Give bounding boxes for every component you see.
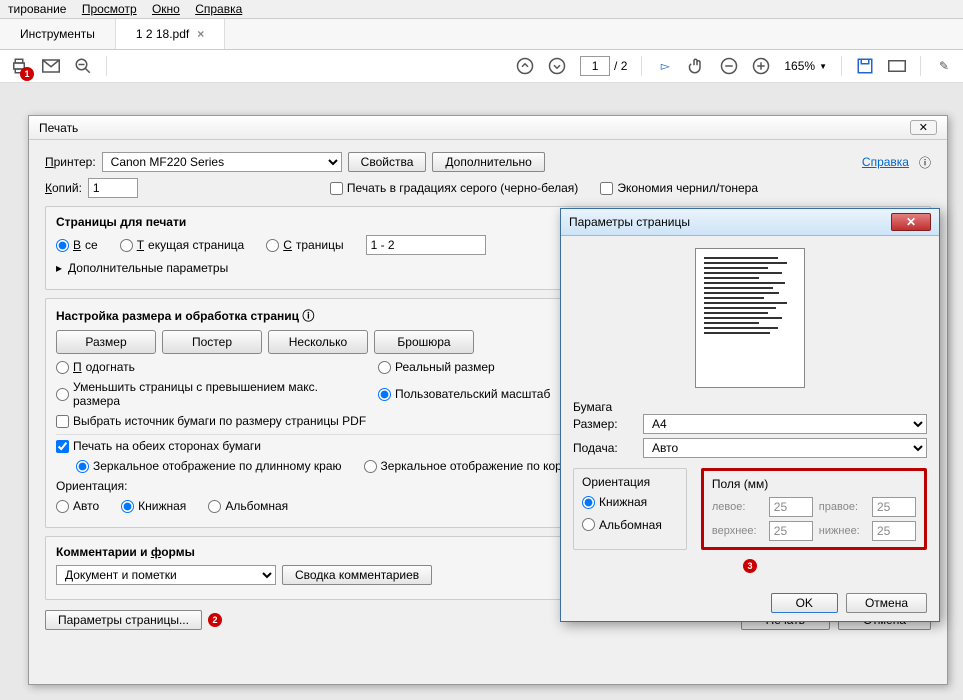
radio-orient-portrait[interactable]: Книжная (121, 499, 186, 513)
print-dialog-title: Печать (39, 121, 78, 135)
margins-group: Поля (мм) левое: правое: верхнее: нижнее… (701, 468, 927, 550)
page-preview (695, 248, 805, 388)
page-setup-titlebar: Параметры страницы ✕ (561, 209, 939, 236)
radio-all[interactable]: Все (56, 238, 98, 252)
tab-tools[interactable]: Инструменты (0, 19, 116, 49)
copies-input[interactable] (88, 178, 138, 198)
pages-range-input[interactable] (366, 235, 486, 255)
save-icon[interactable] (856, 57, 874, 75)
paper-size-select[interactable]: A4 (643, 414, 927, 434)
grayscale-checkbox[interactable]: Печать в градациях серого (черно-белая) (330, 181, 578, 195)
page-up-icon[interactable] (516, 57, 534, 75)
ok-button[interactable]: OK (771, 593, 838, 613)
radio-fit[interactable]: Подогнать (56, 360, 356, 374)
margin-top-label: верхнее: (712, 525, 763, 537)
margin-top-input[interactable] (769, 521, 813, 541)
orientation-group: Ориентация Книжная Альбомная (573, 468, 687, 550)
paper-feed-select[interactable]: Авто (643, 438, 927, 458)
paper-label: Бумага (573, 400, 927, 414)
duplex-checkbox[interactable]: Печать на обеих сторонах бумаги (56, 439, 261, 453)
radio-current[interactable]: Текущая страница (120, 238, 245, 252)
setup-cancel-button[interactable]: Отмена (846, 593, 927, 613)
pointer-icon[interactable]: ▻ (656, 57, 674, 75)
comments-select[interactable]: Документ и пометки (56, 565, 276, 585)
menu-view[interactable]: Просмотр (82, 2, 137, 16)
radio-actual[interactable]: Реальный размер (378, 360, 495, 374)
page-counter: / 2 (580, 56, 627, 76)
separator (920, 56, 921, 76)
orientation-label: Ориентация: (56, 479, 127, 493)
margin-left-label: левое: (712, 501, 763, 513)
page-setup-title: Параметры страницы (569, 215, 690, 229)
separator (841, 56, 842, 76)
separator (641, 56, 642, 76)
page-setup-close[interactable]: ✕ (891, 213, 931, 231)
radio-custom[interactable]: Пользовательский масштаб (378, 387, 550, 401)
radio-orient-auto[interactable]: Авто (56, 499, 99, 513)
badge-3: 3 (743, 559, 757, 573)
page-setup-dialog: Параметры страницы ✕ Бумага Размер: A4 П… (560, 208, 940, 622)
margin-bottom-label: нижнее: (819, 525, 866, 537)
tab-size[interactable]: Размер (56, 330, 156, 354)
help-link[interactable]: Справка (862, 155, 909, 169)
badge-1: 1 (20, 67, 34, 81)
zoom-minus-icon[interactable] (720, 57, 738, 75)
menubar: тирование Просмотр Окно Справка (0, 0, 963, 19)
radio-orient-landscape[interactable]: Альбомная (208, 499, 288, 513)
close-tab-icon[interactable]: × (197, 27, 204, 41)
menu-help[interactable]: Справка (195, 2, 242, 16)
toolbar: 1 / 2 ▻ 165% ▼ ✎ (0, 50, 963, 83)
badge-2: 2 (208, 613, 222, 627)
hand-icon[interactable] (688, 57, 706, 75)
printer-label: Принтер: (45, 155, 96, 169)
document-tabs: Инструменты 1 2 18.pdf × (0, 19, 963, 50)
printer-select[interactable]: Canon MF220 Series (102, 152, 342, 172)
tab-poster[interactable]: Постер (162, 330, 262, 354)
zoom-plus-icon[interactable] (752, 57, 770, 75)
copies-label: Копий: (45, 181, 82, 195)
page-total: / 2 (614, 59, 627, 73)
tab-multiple[interactable]: Несколько (268, 330, 368, 354)
margin-left-input[interactable] (769, 497, 813, 517)
paper-size-label: Размер: (573, 417, 633, 431)
radio-setup-portrait[interactable]: Книжная (582, 495, 647, 509)
orientation-title: Ориентация (582, 475, 678, 489)
print-icon[interactable]: 1 (10, 57, 28, 75)
economy-checkbox[interactable]: Экономия чернил/тонера (600, 181, 758, 195)
comments-summary-button[interactable]: Сводка комментариев (282, 565, 432, 585)
radio-shrink[interactable]: Уменьшить страницы с превышением макс. р… (56, 380, 356, 408)
page-input[interactable] (580, 56, 610, 76)
tab-document[interactable]: 1 2 18.pdf × (116, 19, 225, 49)
margin-right-input[interactable] (872, 497, 916, 517)
print-dialog-titlebar: Печать ✕ (29, 116, 947, 140)
page-setup-button[interactable]: Параметры страницы... (45, 610, 202, 630)
edit-icon[interactable]: ✎ (935, 57, 953, 75)
keyboard-icon[interactable] (888, 57, 906, 75)
paper-source-checkbox[interactable]: Выбрать источник бумаги по размеру стран… (56, 414, 366, 428)
advanced-button[interactable]: Дополнительно (432, 152, 544, 172)
properties-button[interactable]: Свойства (348, 152, 427, 172)
zoom-out-icon[interactable] (74, 57, 92, 75)
zoom-dropdown[interactable]: 165% ▼ (784, 59, 827, 73)
menu-edit[interactable]: тирование (8, 2, 66, 16)
mail-icon[interactable] (42, 57, 60, 75)
radio-pages[interactable]: Страницы (266, 238, 343, 252)
tab-booklet[interactable]: Брошюра (374, 330, 474, 354)
radio-flip-long[interactable]: Зеркальное отображение по длинному краю (76, 459, 342, 473)
print-dialog-close[interactable]: ✕ (910, 120, 937, 135)
page-down-icon[interactable] (548, 57, 566, 75)
margin-bottom-input[interactable] (872, 521, 916, 541)
menu-window[interactable]: Окно (152, 2, 180, 16)
margins-title: Поля (мм) (712, 477, 916, 491)
paper-group: Бумага Размер: A4 Подача: Авто (573, 400, 927, 458)
margin-right-label: правое: (819, 501, 866, 513)
radio-setup-landscape[interactable]: Альбомная (582, 518, 662, 532)
paper-feed-label: Подача: (573, 441, 633, 455)
separator (106, 56, 107, 76)
